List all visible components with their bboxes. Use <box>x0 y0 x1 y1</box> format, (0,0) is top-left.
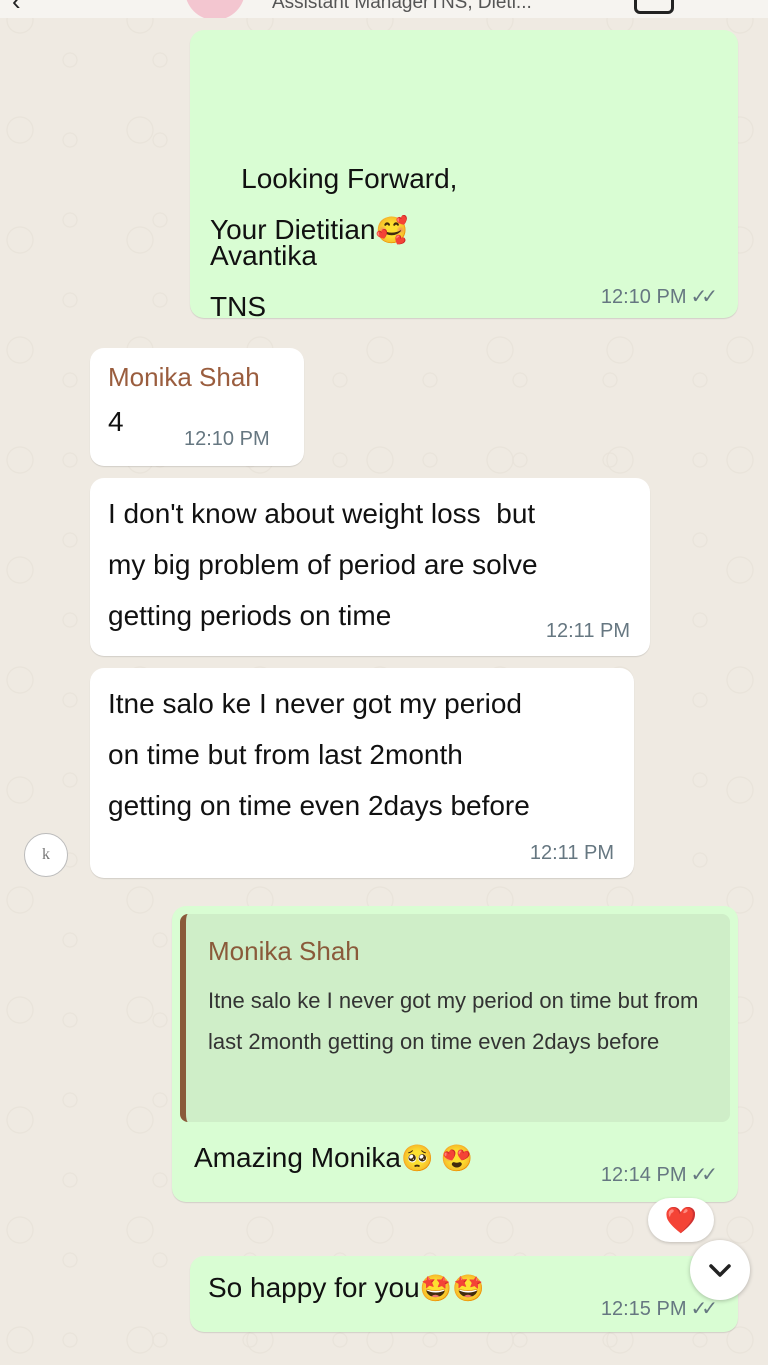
message-text: Amazing Monika <box>194 1142 401 1173</box>
message-incoming[interactable]: Monika Shah 4 12:10 PM <box>90 348 304 466</box>
quoted-message[interactable]: Monika Shah Itne salo ke I never got my … <box>180 914 730 1122</box>
pleading-and-heart-eyes-emoji-icon: 🥺 😍 <box>400 1143 473 1173</box>
contact-subtitle[interactable]: Assistant ManagerTNS, Dieti... <box>272 0 532 14</box>
message-text: Avantika TNS <box>210 240 317 322</box>
quoted-sender: Monika Shah <box>208 936 360 966</box>
quoted-text: Itne salo ke I never got my period on ti… <box>208 988 699 1054</box>
smiling-hearts-emoji-icon: 🥰 <box>375 215 408 245</box>
contact-avatar[interactable] <box>185 0 245 18</box>
message-time: 12:14 PM <box>600 1164 687 1186</box>
sender-name[interactable]: Monika Shah <box>108 362 260 393</box>
message-text: So happy for you <box>208 1272 420 1303</box>
message-time: 12:15 PM <box>600 1298 687 1320</box>
message-text: 4 <box>108 406 124 437</box>
message-time: 12:11 PM <box>545 620 630 642</box>
message-outgoing[interactable]: Looking Forward, Your Dietitian🥰 Avantik… <box>190 30 738 322</box>
chevron-down-icon <box>709 1264 731 1277</box>
back-arrow-icon[interactable]: ‹ <box>12 0 21 17</box>
sender-avatar[interactable]: k <box>24 833 68 877</box>
read-ticks-icon: ✓✓ <box>690 286 717 308</box>
video-call-icon[interactable] <box>634 0 674 14</box>
message-time: 12:10 PM <box>184 428 270 450</box>
message-outgoing[interactable]: Monika Shah Itne salo ke I never got my … <box>172 906 738 1202</box>
reaction-heart[interactable]: ❤️ <box>648 1198 714 1242</box>
message-outgoing[interactable]: So happy for you🤩🤩 12:15 PM ✓✓ <box>190 1256 738 1332</box>
scroll-to-bottom-button[interactable] <box>690 1240 750 1300</box>
star-struck-emoji-icon: 🤩🤩 <box>419 1273 485 1303</box>
chat-header: ‹ Assistant ManagerTNS, Dieti... <box>0 0 768 18</box>
message-text: I don't know about weight loss but my bi… <box>108 498 538 631</box>
read-ticks-icon: ✓✓ <box>690 1298 717 1320</box>
read-ticks-icon: ✓✓ <box>690 1164 717 1186</box>
message-time: 12:10 PM <box>600 286 687 308</box>
message-time: 12:11 PM <box>529 842 614 864</box>
message-incoming[interactable]: I don't know about weight loss but my bi… <box>90 478 650 656</box>
message-incoming[interactable]: Itne salo ke I never got my period on ti… <box>90 668 634 878</box>
message-text: Itne salo ke I never got my period on ti… <box>108 688 530 821</box>
